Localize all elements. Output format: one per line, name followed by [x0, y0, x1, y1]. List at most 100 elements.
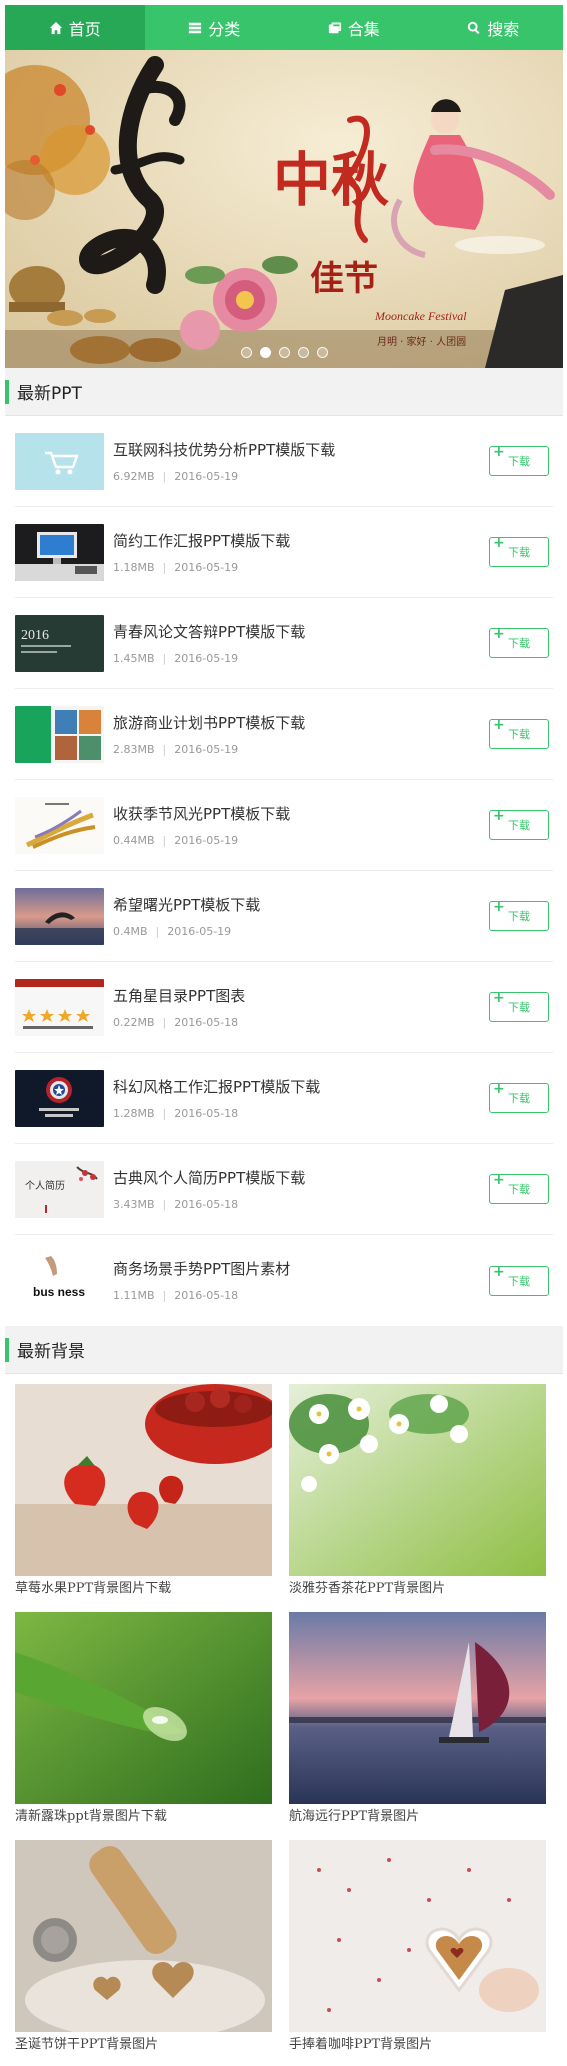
travel-thumb[interactable] — [15, 705, 104, 763]
item-size: 0.22MB — [113, 1015, 155, 1029]
item-title[interactable]: 简约工作汇报PPT模版下载 — [113, 531, 489, 551]
download-button[interactable]: + 下载 — [489, 717, 549, 749]
item-title[interactable]: 科幻风格工作汇报PPT模版下载 — [113, 1077, 489, 1097]
stars-thumb[interactable] — [15, 978, 104, 1036]
coffee-image[interactable] — [289, 1840, 546, 2032]
item-title[interactable]: 互联网科技优势分析PPT模版下载 — [113, 440, 489, 460]
dewdrop-image[interactable] — [15, 1612, 272, 1804]
download-button[interactable]: + 下载 — [489, 626, 549, 658]
nav-category[interactable]: 分类 — [145, 5, 285, 50]
list-item[interactable]: 希望曙光PPT模板下载 0.4MB | 2016-05-19 + 下载 — [15, 871, 553, 962]
latest-bg-heading: 最新背景 — [5, 1326, 563, 1374]
download-button[interactable]: + 下载 — [489, 990, 549, 1022]
bg-card[interactable]: 草莓水果PPT背景图片下载 — [15, 1384, 272, 1612]
plus-icon: + — [493, 717, 505, 733]
item-meta: 1.18MB | 2016-05-19 — [113, 560, 239, 574]
list-item[interactable]: 2016 青春风论文答辩PPT模版下载 1.45MB | 2016-05-19 + 下… — [15, 598, 553, 689]
download-label: 下载 — [508, 546, 530, 559]
cart-thumb[interactable] — [15, 432, 104, 490]
banner-carousel[interactable]: 中秋 佳节 Mooncake Festival 月明 · 家好 · 人团圆 — [5, 50, 563, 368]
plus-icon: + — [493, 535, 505, 551]
bg-card[interactable]: 圣诞节饼干PPT背景图片 — [15, 1840, 272, 2065]
banner-title-line1: 中秋 — [273, 146, 389, 214]
bg-card[interactable]: 清新露珠ppt背景图片下载 — [15, 1612, 272, 1840]
carousel-dot[interactable] — [316, 347, 328, 358]
item-date: 2016-05-18 — [174, 1197, 239, 1211]
sailboat-image[interactable] — [289, 1612, 546, 1804]
list-item[interactable]: 科幻风格工作汇报PPT模版下载 1.28MB | 2016-05-18 + 下载 — [15, 1053, 553, 1144]
item-meta: 6.92MB | 2016-05-19 — [113, 469, 239, 483]
item-meta: 1.28MB | 2016-05-18 — [113, 1106, 239, 1120]
item-size: 6.92MB — [113, 469, 155, 483]
item-title[interactable]: 收获季节风光PPT模板下载 — [113, 804, 489, 824]
item-title[interactable]: 旅游商业计划书PPT模板下载 — [113, 713, 489, 733]
plus-icon: + — [493, 808, 505, 824]
nav-collection-label: 合集 — [347, 19, 380, 39]
item-title[interactable]: 希望曙光PPT模板下载 — [113, 895, 489, 915]
list-item[interactable]: 旅游商业计划书PPT模板下载 2.83MB | 2016-05-19 + 下载 — [15, 689, 553, 780]
nav-category-label: 分类 — [208, 19, 241, 39]
item-title[interactable]: 五角星目录PPT图表 — [113, 986, 489, 1006]
list-item[interactable]: 互联网科技优势分析PPT模版下载 6.92MB | 2016-05-19 + 下载 — [15, 416, 553, 507]
download-label: 下载 — [508, 910, 530, 923]
item-date: 2016-05-19 — [174, 469, 239, 483]
list-item[interactable]: bus ness 商务场景手势PPT图片素材 1.11MB | 2016-05-18… — [15, 1235, 553, 1326]
item-date: 2016-05-19 — [174, 742, 239, 756]
computer-thumb[interactable] — [15, 523, 104, 581]
download-button[interactable]: + 下载 — [489, 535, 549, 567]
carousel-dot[interactable] — [240, 347, 252, 358]
download-button[interactable]: + 下载 — [489, 808, 549, 840]
list-item[interactable]: 简约工作汇报PPT模版下载 1.18MB | 2016-05-19 + 下载 — [15, 507, 553, 598]
nav-collection[interactable]: 合集 — [284, 5, 424, 50]
cookie-image[interactable] — [15, 1840, 272, 2032]
download-label: 下载 — [508, 1183, 530, 1196]
download-button[interactable]: + 下载 — [489, 444, 549, 476]
bg-caption[interactable]: 圣诞节饼干PPT背景图片 — [15, 2036, 272, 2054]
classic-thumb-text: 个人简历 — [25, 1179, 65, 1192]
shield-thumb[interactable] — [15, 1069, 104, 1127]
item-title[interactable]: 青春风论文答辩PPT模版下载 — [113, 622, 489, 642]
item-title[interactable]: 商务场景手势PPT图片素材 — [113, 1259, 489, 1279]
nav-search[interactable]: 搜索 — [424, 5, 564, 50]
item-size: 1.18MB — [113, 560, 155, 574]
carousel-indicators — [5, 347, 563, 358]
list-item[interactable]: 五角星目录PPT图表 0.22MB | 2016-05-18 + 下载 — [15, 962, 553, 1053]
bg-caption[interactable]: 淡雅芬香茶花PPT背景图片 — [289, 1580, 546, 1598]
bg-card[interactable]: 手捧着咖啡PPT背景图片 — [289, 1840, 546, 2065]
carousel-dot[interactable] — [297, 347, 309, 358]
collection-icon — [328, 21, 341, 33]
download-label: 下载 — [508, 637, 530, 650]
list-item[interactable]: 收获季节风光PPT模板下载 0.44MB | 2016-05-19 + 下载 — [15, 780, 553, 871]
download-label: 下载 — [508, 1274, 530, 1288]
wheat-thumb[interactable] — [15, 796, 104, 854]
bg-card[interactable]: 航海远行PPT背景图片 — [289, 1612, 546, 1840]
classic-thumb[interactable]: 个人简历 — [15, 1160, 104, 1218]
bg-caption[interactable]: 草莓水果PPT背景图片下载 — [15, 1580, 272, 1598]
strawberry-image[interactable] — [15, 1384, 272, 1576]
item-size: 0.44MB — [113, 833, 155, 847]
nav-home[interactable]: 首页 — [5, 5, 145, 50]
download-button[interactable]: + 下载 — [489, 1081, 549, 1113]
bg-caption[interactable]: 清新露珠ppt背景图片下载 — [15, 1808, 272, 1826]
carousel-dot[interactable] — [278, 347, 290, 358]
plus-icon: + — [493, 626, 505, 642]
item-title[interactable]: 古典风个人简历PPT模版下载 — [113, 1168, 489, 1188]
carousel-dot-active[interactable] — [259, 347, 271, 358]
page-frame: 首页 分类 合集 搜索 中秋 佳节 Mooncake Festival 月明 ·… — [5, 5, 563, 2065]
download-button[interactable]: + 下载 — [489, 1264, 549, 1296]
dolphin-thumb[interactable] — [15, 887, 104, 945]
bg-caption[interactable]: 航海远行PPT背景图片 — [289, 1808, 546, 1826]
bg-caption[interactable]: 手捧着咖啡PPT背景图片 — [289, 2036, 546, 2054]
list-item[interactable]: 个人简历 古典风个人简历PPT模版下载 3.43MB | 2016-05-18 + 下… — [15, 1144, 553, 1235]
item-date: 2016-05-19 — [174, 560, 239, 574]
jasmine-image[interactable] — [289, 1384, 546, 1576]
blackboard-thumb[interactable]: 2016 — [15, 614, 104, 672]
bg-card[interactable]: 淡雅芬香茶花PPT背景图片 — [289, 1384, 546, 1612]
item-size: 2.83MB — [113, 742, 155, 756]
item-date: 2016-05-19 — [174, 651, 239, 665]
download-button[interactable]: + 下载 — [489, 899, 549, 931]
business-thumb[interactable]: bus ness — [15, 1252, 104, 1309]
latest-ppt-heading: 最新PPT — [5, 368, 563, 416]
item-meta: 0.44MB | 2016-05-19 — [113, 833, 239, 847]
download-button[interactable]: + 下载 — [489, 1172, 549, 1204]
